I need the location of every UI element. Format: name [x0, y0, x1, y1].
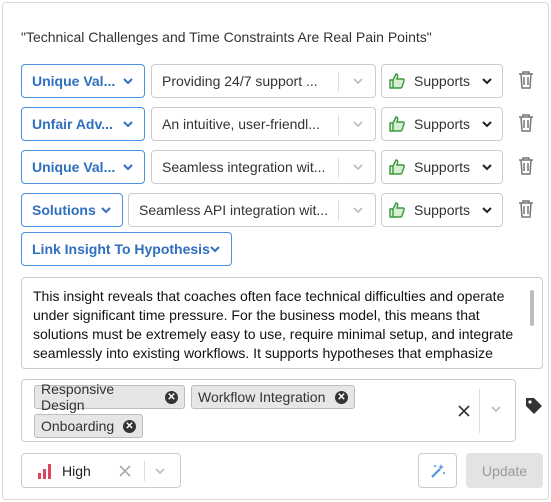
- priority-select[interactable]: High: [21, 453, 181, 488]
- category-label: Solutions: [32, 202, 96, 218]
- chevron-down-icon[interactable]: [489, 402, 503, 416]
- category-select[interactable]: Unique Val...: [21, 150, 145, 184]
- scrollbar[interactable]: [530, 290, 534, 326]
- description-text: This insight reveals that coaches often …: [33, 288, 514, 361]
- update-button[interactable]: Update: [466, 453, 543, 488]
- category-select[interactable]: Unfair Adv...: [21, 107, 145, 141]
- relation-label: Supports: [414, 116, 471, 132]
- chevron-down-icon: [353, 164, 363, 171]
- statement-select[interactable]: Providing 24/7 support ...: [151, 64, 376, 98]
- statement-label: Seamless integration wit...: [162, 159, 326, 175]
- tag-label: Workflow Integration: [198, 389, 326, 405]
- insight-card: "Technical Challenges and Time Constrain…: [2, 2, 549, 500]
- relation-label: Supports: [414, 73, 471, 89]
- category-select[interactable]: Solutions: [21, 193, 123, 227]
- clear-icon[interactable]: [458, 405, 470, 417]
- tag-chip: Responsive Design ✕: [34, 381, 185, 413]
- signal-bars-icon: [38, 464, 51, 479]
- chevron-down-icon: [482, 164, 492, 171]
- chevron-down-icon: [123, 78, 133, 85]
- relation-select[interactable]: Supports: [381, 150, 503, 184]
- link-insight-button[interactable]: Link Insight To Hypothesis: [21, 232, 232, 266]
- tag-icon[interactable]: [524, 396, 544, 416]
- statement-select[interactable]: An intuitive, user-friendl...: [151, 107, 376, 141]
- trash-icon[interactable]: [518, 70, 534, 90]
- chevron-down-icon: [482, 78, 492, 85]
- trash-icon[interactable]: [518, 199, 534, 219]
- chevron-down-icon: [353, 78, 363, 85]
- category-label: Unfair Adv...: [32, 116, 113, 132]
- chevron-down-icon: [482, 121, 492, 128]
- clear-icon[interactable]: [119, 465, 131, 477]
- tag-chip: Workflow Integration ✕: [191, 385, 355, 409]
- insight-title: "Technical Challenges and Time Constrain…: [21, 29, 432, 45]
- statement-label: An intuitive, user-friendl...: [162, 116, 320, 132]
- chevron-down-icon: [101, 207, 111, 214]
- trash-icon[interactable]: [518, 156, 534, 176]
- link-insight-label: Link Insight To Hypothesis: [32, 241, 210, 257]
- chevron-down-icon: [123, 164, 133, 171]
- trash-icon[interactable]: [518, 113, 534, 133]
- ai-suggest-button[interactable]: [418, 453, 457, 488]
- remove-tag-icon[interactable]: ✕: [165, 391, 178, 404]
- chevron-down-icon: [353, 207, 363, 214]
- chevron-down-icon: [353, 121, 363, 128]
- chevron-down-icon: [210, 246, 220, 253]
- category-select[interactable]: Unique Val...: [21, 64, 145, 98]
- remove-tag-icon[interactable]: ✕: [335, 391, 348, 404]
- priority-label: High: [62, 462, 91, 479]
- relation-select[interactable]: Supports: [381, 193, 503, 227]
- relation-label: Supports: [414, 159, 471, 175]
- statement-select[interactable]: Seamless API integration wit...: [128, 193, 376, 227]
- statement-select[interactable]: Seamless integration wit...: [151, 150, 376, 184]
- chevron-down-icon: [155, 468, 165, 475]
- category-label: Unique Val...: [32, 159, 116, 175]
- remove-tag-icon[interactable]: ✕: [123, 420, 136, 433]
- tags-select[interactable]: Responsive Design ✕ Workflow Integration…: [21, 379, 516, 442]
- thumbs-up-icon: [389, 116, 405, 132]
- thumbs-up-icon: [389, 159, 405, 175]
- tag-label: Responsive Design: [41, 381, 115, 413]
- tag-chip: Onboarding ✕: [34, 414, 143, 438]
- thumbs-up-icon: [389, 73, 405, 89]
- relation-select[interactable]: Supports: [381, 107, 503, 141]
- statement-label: Providing 24/7 support ...: [162, 73, 318, 89]
- relation-label: Supports: [414, 202, 471, 218]
- relation-select[interactable]: Supports: [381, 64, 503, 98]
- statement-label: Seamless API integration wit...: [139, 202, 329, 218]
- magic-wand-icon: [430, 463, 445, 478]
- thumbs-up-icon: [389, 202, 405, 218]
- chevron-down-icon: [482, 207, 492, 214]
- description-textarea[interactable]: This insight reveals that coaches often …: [21, 277, 543, 369]
- chevron-down-icon: [123, 121, 133, 128]
- category-label: Unique Val...: [32, 73, 116, 89]
- tag-label: Onboarding: [41, 418, 115, 434]
